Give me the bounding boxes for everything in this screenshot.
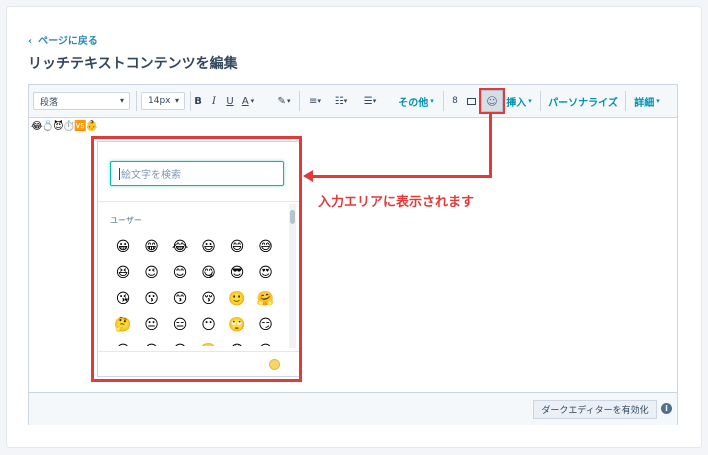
italic-button[interactable]: I bbox=[207, 85, 221, 117]
caret-down-icon: ▾ bbox=[174, 96, 179, 105]
link-button[interactable]: 8 bbox=[449, 85, 461, 117]
info-icon[interactable]: i bbox=[661, 403, 672, 414]
emoji-picker-highlight bbox=[91, 136, 302, 382]
caret-down-icon: ▾ bbox=[528, 97, 532, 105]
text-color-button[interactable]: A ▾ bbox=[239, 85, 257, 117]
underline-button[interactable]: U bbox=[223, 85, 237, 117]
caret-down-icon: ▾ bbox=[343, 97, 348, 105]
align-left-icon: ≡ bbox=[309, 95, 318, 107]
toolbar-divider bbox=[299, 91, 300, 111]
personalize-button[interactable]: パーソナライズ bbox=[545, 85, 621, 117]
numbered-list-button[interactable]: ☰ ▾ bbox=[360, 85, 380, 117]
text-color-label: A bbox=[241, 95, 249, 107]
caret-down-icon: ▾ bbox=[372, 97, 377, 105]
editor-toolbar: 段落 ▾ 14px ▾ B I U A ▾ ✎ ▾ ≡ ▾ ☷ ▾ ☰ ▾ その他 ▾ 8 ☺ … bbox=[29, 85, 677, 118]
toolbar-divider bbox=[443, 91, 444, 111]
align-button[interactable]: ≡ ▾ bbox=[305, 85, 325, 117]
other-menu[interactable]: その他 ▾ bbox=[393, 85, 439, 117]
font-size-value: 14px bbox=[148, 96, 171, 106]
page-title: リッチテキストコンテンツを編集 bbox=[28, 56, 238, 72]
toolbar-divider bbox=[540, 91, 541, 111]
back-link[interactable]: ‹ ページに戻る bbox=[28, 32, 98, 47]
toolbar-divider bbox=[625, 91, 626, 111]
caret-down-icon: ▾ bbox=[656, 97, 660, 105]
highlight-button[interactable]: ✎ ▾ bbox=[275, 85, 293, 117]
back-link-label: ページに戻る bbox=[38, 36, 98, 47]
paragraph-style-select[interactable]: 段落 ▾ bbox=[33, 92, 130, 110]
editor-content[interactable]: 😂💍😈⏱️🆚👶 bbox=[31, 121, 98, 132]
caret-down-icon: ▾ bbox=[430, 97, 434, 105]
details-menu[interactable]: 詳細 ▾ bbox=[629, 85, 665, 117]
annotation-line bbox=[489, 112, 492, 178]
caret-down-icon: ▾ bbox=[317, 97, 321, 105]
toolbar-divider bbox=[136, 91, 137, 111]
caret-down-icon: ▾ bbox=[286, 97, 291, 105]
link-icon: 8 bbox=[452, 96, 458, 106]
insert-menu-label: 挿入 bbox=[506, 97, 527, 109]
insert-menu[interactable]: 挿入 ▾ bbox=[503, 85, 535, 117]
editor-footer: ダークエディターを有効化 i bbox=[29, 392, 677, 425]
dark-editor-button[interactable]: ダークエディターを有効化 bbox=[533, 400, 657, 419]
annotation-text: 入力エリアに表示されます bbox=[318, 195, 475, 210]
font-size-select[interactable]: 14px ▾ bbox=[141, 92, 185, 110]
image-button[interactable] bbox=[465, 85, 477, 117]
details-menu-label: 詳細 bbox=[634, 97, 655, 109]
bullet-list-button[interactable]: ☷ ▾ bbox=[331, 85, 351, 117]
annotation-line bbox=[312, 175, 492, 178]
caret-down-icon: ▾ bbox=[119, 96, 124, 105]
emoji-button-highlight bbox=[479, 88, 505, 114]
image-icon bbox=[466, 97, 476, 105]
bold-button[interactable]: B bbox=[191, 85, 205, 117]
bullet-list-icon: ☷ bbox=[334, 95, 344, 107]
highlighter-icon: ✎ bbox=[277, 95, 286, 107]
numbered-list-icon: ☰ bbox=[363, 95, 373, 107]
paragraph-style-value: 段落 bbox=[40, 97, 59, 108]
caret-down-icon: ▾ bbox=[250, 97, 255, 105]
arrow-left-icon bbox=[303, 170, 313, 182]
other-menu-label: その他 bbox=[398, 97, 429, 109]
chevron-left-icon: ‹ bbox=[28, 36, 33, 47]
